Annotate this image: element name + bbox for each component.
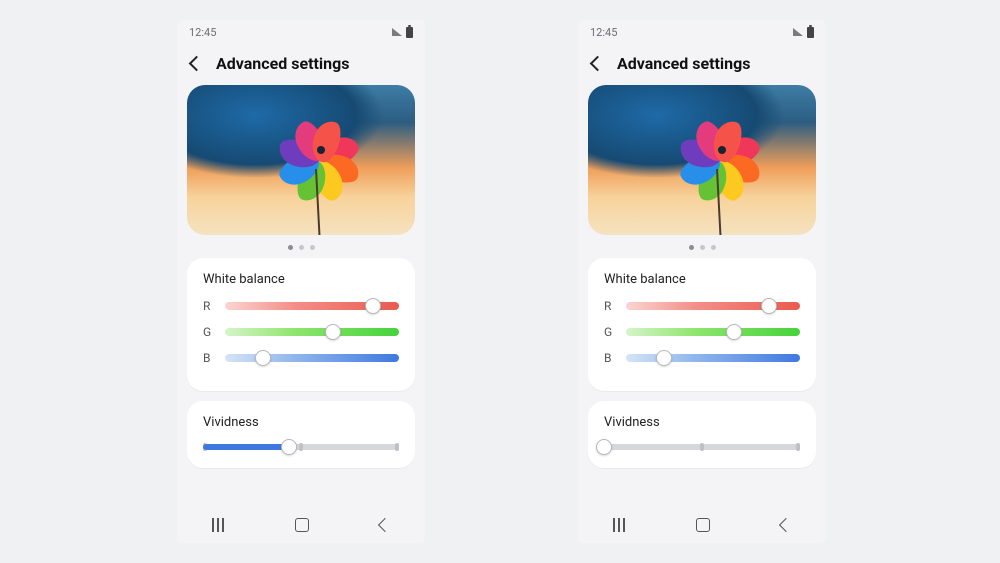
clock: 12:45 [590,26,617,39]
wb-slider-red[interactable] [225,302,399,310]
battery-icon [406,27,413,38]
pinwheel-illustration [675,103,765,193]
preview-pager[interactable] [177,243,425,258]
wb-label-green: G [203,325,215,339]
vividness-title: Vividness [203,415,399,430]
home-icon[interactable] [295,518,309,532]
white-balance-title: White balance [203,272,399,287]
wb-row-green: G [203,325,399,339]
wb-row-blue: B [604,351,800,365]
pager-dot[interactable] [310,245,315,250]
wb-row-blue: B [203,351,399,365]
android-navbar [177,507,425,543]
pager-dot[interactable] [711,245,716,250]
status-bar: 12:45 [177,20,425,42]
wb-label-red: R [604,299,616,313]
nav-back-icon[interactable] [779,518,793,532]
header: Advanced settings [177,42,425,85]
wb-row-green: G [604,325,800,339]
battery-icon [807,27,814,38]
signal-icon [793,28,803,36]
back-icon[interactable] [189,56,205,72]
wb-slider-blue[interactable] [225,354,399,362]
phone-right: 12:45 Advanced settings White balance [578,20,826,543]
wb-slider-blue[interactable] [626,354,800,362]
wb-slider-green[interactable] [626,328,800,336]
pager-dot[interactable] [689,245,694,250]
preview-pager[interactable] [578,243,826,258]
vividness-slider[interactable] [604,444,800,450]
wb-slider-green[interactable] [225,328,399,336]
page-title: Advanced settings [617,54,750,73]
page-title: Advanced settings [216,54,349,73]
wb-label-green: G [604,325,616,339]
wb-row-red: R [203,299,399,313]
pinwheel-illustration [274,103,364,193]
android-navbar [578,507,826,543]
vividness-card: Vividness [588,401,816,468]
pager-dot[interactable] [700,245,705,250]
header: Advanced settings [578,42,826,85]
wb-row-red: R [604,299,800,313]
status-icons [793,27,814,38]
home-icon[interactable] [696,518,710,532]
status-icons [392,27,413,38]
signal-icon [392,28,402,36]
wb-label-red: R [203,299,215,313]
vividness-title: Vividness [604,415,800,430]
vividness-slider[interactable] [203,444,399,450]
back-icon[interactable] [590,56,606,72]
nav-back-icon[interactable] [378,518,392,532]
pager-dot[interactable] [288,245,293,250]
phone-left: 12:45 Advanced settings White balance [177,20,425,543]
comparison-stage: 12:45 Advanced settings White balance [0,0,1000,563]
status-bar: 12:45 [578,20,826,42]
pager-dot[interactable] [299,245,304,250]
color-preview-image[interactable] [588,85,816,235]
vividness-card: Vividness [187,401,415,468]
recents-icon[interactable] [613,518,625,532]
color-preview-image[interactable] [187,85,415,235]
clock: 12:45 [189,26,216,39]
wb-label-blue: B [203,351,215,365]
white-balance-title: White balance [604,272,800,287]
white-balance-card: White balance R G B [187,258,415,391]
white-balance-card: White balance R G B [588,258,816,391]
recents-icon[interactable] [212,518,224,532]
wb-label-blue: B [604,351,616,365]
wb-slider-red[interactable] [626,302,800,310]
